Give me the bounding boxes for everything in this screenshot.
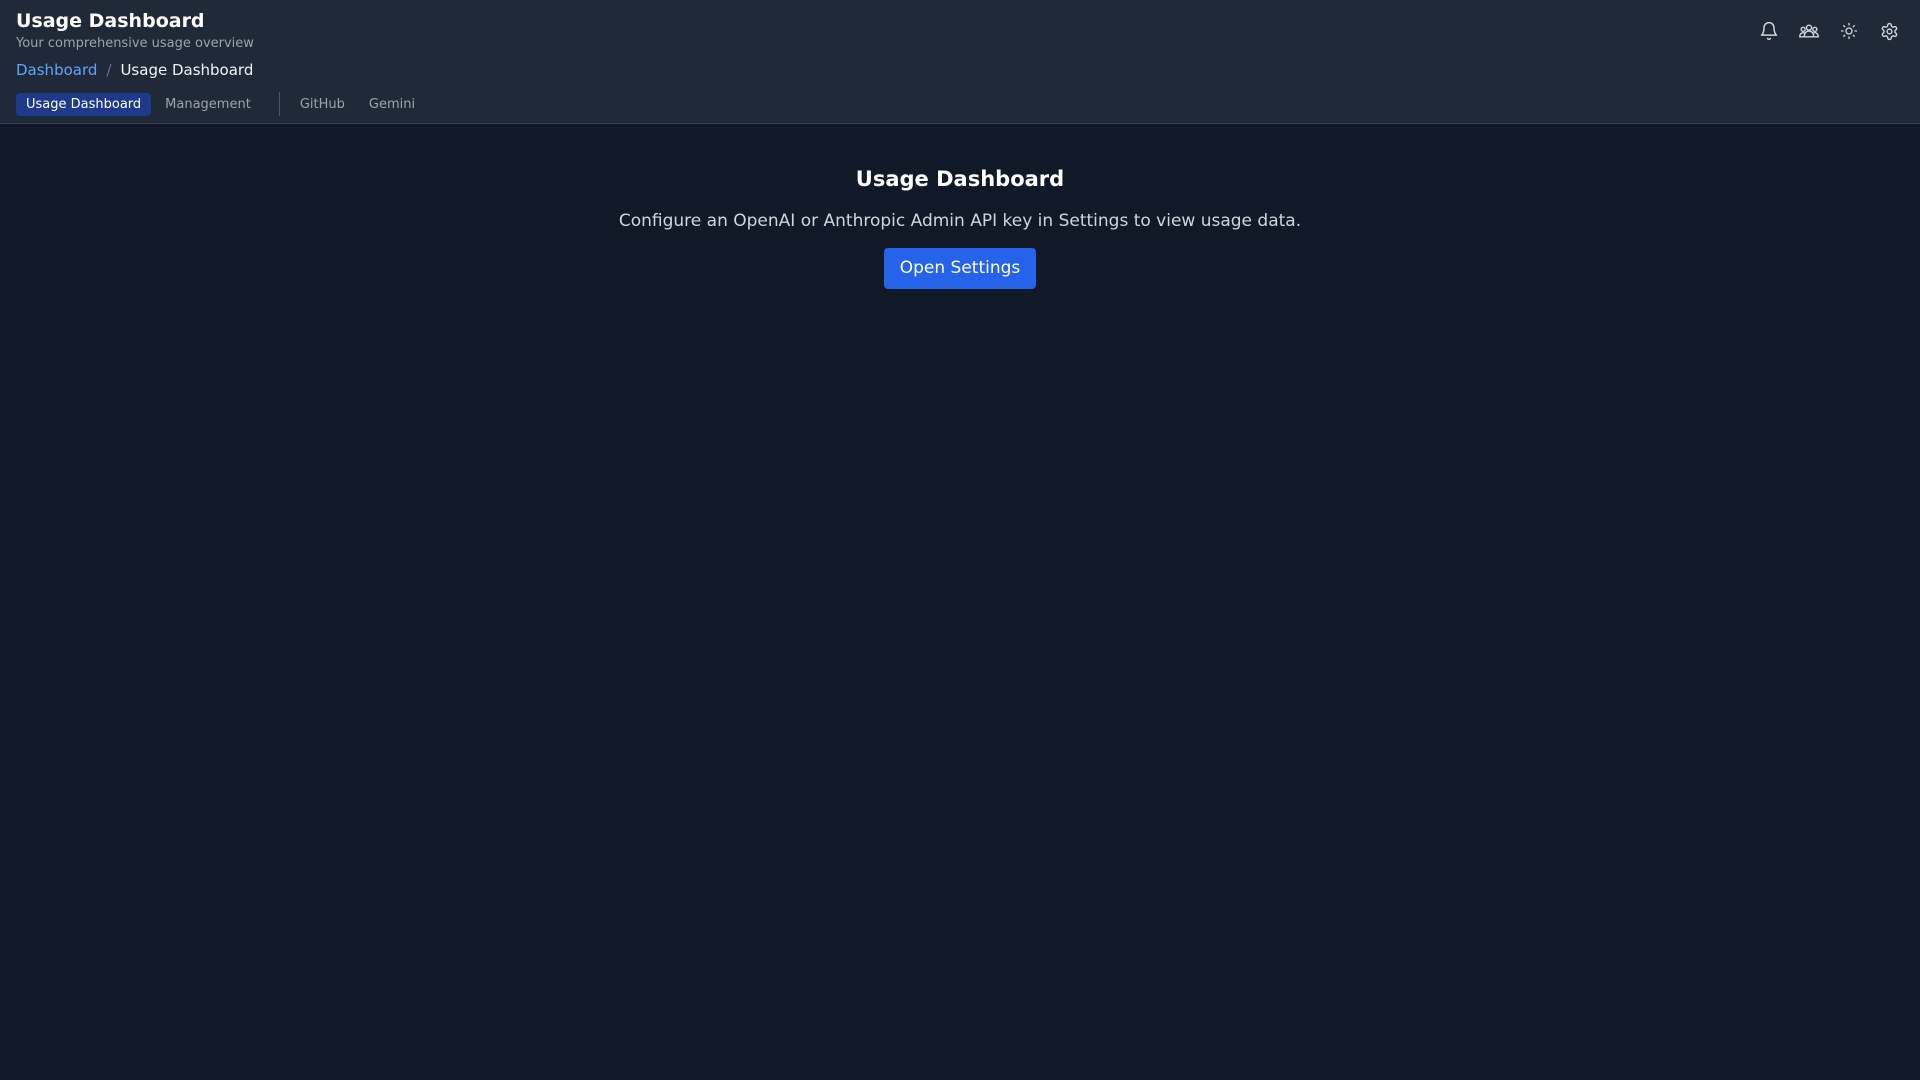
app-header: Usage Dashboard Your comprehensive usage…: [0, 0, 1920, 124]
gear-icon[interactable]: [1876, 18, 1902, 44]
breadcrumb-dashboard-link[interactable]: Dashboard: [16, 61, 97, 79]
tab-bar: Usage Dashboard Management GitHub Gemini: [16, 92, 425, 116]
sun-icon[interactable]: [1836, 18, 1862, 44]
breadcrumb: Dashboard / Usage Dashboard: [16, 61, 253, 79]
tab-divider: [278, 92, 280, 116]
bell-icon[interactable]: [1756, 18, 1782, 44]
app-subtitle: Your comprehensive usage overview: [16, 36, 254, 51]
header-actions: [1742, 18, 1902, 44]
open-settings-button[interactable]: Open Settings: [883, 248, 1037, 290]
main-content: Usage Dashboard Configure an OpenAI or A…: [0, 124, 1920, 290]
tab-management[interactable]: Management: [155, 93, 261, 116]
app-title: Usage Dashboard: [16, 10, 205, 32]
breadcrumb-current: Usage Dashboard: [120, 61, 254, 79]
breadcrumb-separator: /: [106, 61, 112, 79]
tab-gemini[interactable]: Gemini: [359, 93, 425, 116]
tab-github[interactable]: GitHub: [290, 93, 355, 116]
team-icon[interactable]: [1796, 18, 1822, 44]
tab-usage-dashboard[interactable]: Usage Dashboard: [16, 92, 152, 116]
empty-state-message: Configure an OpenAI or Anthropic Admin A…: [618, 211, 1302, 232]
empty-state-title: Usage Dashboard: [855, 167, 1065, 191]
